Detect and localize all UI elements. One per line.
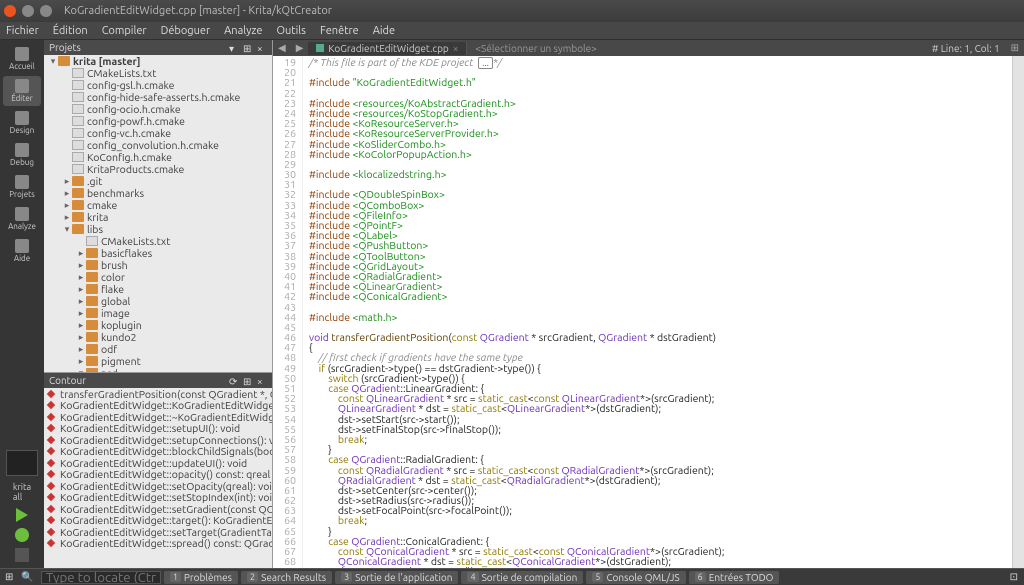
build-icon[interactable] — [15, 548, 29, 562]
outline-item[interactable]: KoGradientEditWidget::~KoGradientEditWid… — [44, 411, 272, 423]
progress-icon: ⊡ — [1004, 571, 1024, 583]
maximize-icon[interactable] — [40, 5, 52, 17]
status-entrées-todo[interactable]: 6Entrées TODO — [689, 571, 780, 584]
outline-header: Contour ⟳⊞× — [44, 373, 272, 388]
tree-item[interactable]: ▸cmake — [44, 199, 272, 211]
projects-header: Projets ▾⊞× — [44, 40, 272, 55]
nav-back-icon[interactable]: ◀ — [273, 42, 291, 54]
window-title: KoGradientEditWidget.cpp [master] - Krit… — [64, 5, 332, 17]
search-icon[interactable]: 🔍 — [18, 571, 36, 583]
scrollbar[interactable] — [1012, 56, 1024, 568]
tab-label: KoGradientEditWidget.cpp — [328, 43, 448, 54]
run-icon[interactable] — [16, 508, 28, 522]
file-tab[interactable]: KoGradientEditWidget.cpp × — [308, 42, 467, 55]
tree-item[interactable]: ▸benchmarks — [44, 187, 272, 199]
file-icon — [316, 44, 324, 52]
menu-outils[interactable]: Outils — [276, 25, 305, 37]
activity-accueil[interactable]: Accueil — [3, 44, 41, 74]
activity-bottom: kritaall — [6, 450, 38, 562]
outline-item[interactable]: transferGradientPosition(const QGradient… — [44, 388, 272, 400]
kit-label: kritaall — [13, 482, 31, 502]
source-text[interactable]: /* This file is part of the KDE project … — [303, 56, 1012, 568]
project-tree[interactable]: ▾krita [master]CMakeLists.txtconfig-gsl.… — [44, 55, 272, 373]
outline-item[interactable]: KoGradientEditWidget::setStopIndex(int):… — [44, 492, 272, 504]
status-problèmes[interactable]: 1Problèmes — [164, 571, 238, 584]
minimize-icon[interactable] — [22, 5, 34, 17]
locator-input[interactable] — [41, 571, 161, 584]
cursor-position[interactable]: # Line: 1, Col: 1 — [926, 43, 1006, 54]
menu-aide[interactable]: Aide — [373, 25, 395, 37]
outline-item[interactable]: KoGradientEditWidget::opacity() const: q… — [44, 469, 272, 481]
outline-item[interactable]: KoGradientEditWidget::spread() const: QG… — [44, 538, 272, 550]
menu-compiler[interactable]: Compiler — [102, 25, 147, 37]
split-editor-icon[interactable]: ⊞ — [1006, 42, 1024, 54]
menu-fichier[interactable]: Fichier — [6, 25, 39, 37]
status-console-qml/js[interactable]: 5Console QML/JS — [586, 571, 685, 584]
tree-item[interactable]: ▸.git — [44, 175, 272, 187]
line-gutter: 1920212223242526272829303132333435363738… — [273, 56, 303, 568]
outline-item[interactable]: KoGradientEditWidget::setTarget(Gradient… — [44, 526, 272, 538]
activity-analyze[interactable]: Analyze — [3, 204, 41, 234]
activity-éditer[interactable]: Éditer — [3, 76, 41, 106]
outline-item[interactable]: KoGradientEditWidget::setupConnections()… — [44, 434, 272, 446]
symbol-selector[interactable]: <Sélectionner un symbole> — [467, 43, 604, 54]
status-bar: ⊞ 🔍 1Problèmes2Search Results3Sortie de … — [0, 568, 1024, 585]
close-icon[interactable] — [4, 5, 16, 17]
activity-aide[interactable]: Aide — [3, 236, 41, 266]
tab-close-icon[interactable]: × — [453, 43, 459, 54]
titlebar: KoGradientEditWidget.cpp [master] - Krit… — [0, 0, 1024, 22]
outline-item[interactable]: KoGradientEditWidget::blockChildSignals(… — [44, 446, 272, 458]
activity-debug[interactable]: Debug — [3, 140, 41, 170]
outline-list[interactable]: transferGradientPosition(const QGradient… — [44, 388, 272, 568]
split-icon[interactable]: ⊞ — [243, 43, 253, 53]
outline-item[interactable]: KoGradientEditWidget::target(): KoGradie… — [44, 515, 272, 527]
close-outline-icon[interactable]: × — [257, 376, 267, 386]
tree-item[interactable]: KritaProducts.cmake — [44, 163, 272, 175]
outline-item[interactable]: KoGradientEditWidget::updateUI(): void — [44, 457, 272, 469]
debug-icon[interactable] — [15, 528, 29, 542]
menu-analyze[interactable]: Analyze — [224, 25, 262, 37]
code-editor[interactable]: 1920212223242526272829303132333435363738… — [273, 56, 1024, 568]
activity-projets[interactable]: Projets — [3, 172, 41, 202]
outline-item[interactable]: KoGradientEditWidget::setOpacity(qreal):… — [44, 480, 272, 492]
status-sortie-de-compilation[interactable]: 4Sortie de compilation — [461, 571, 583, 584]
outline-item[interactable]: KoGradientEditWidget::KoGradientEditWidg… — [44, 400, 272, 412]
editor-area: ◀ ▶ KoGradientEditWidget.cpp × <Sélectio… — [273, 40, 1024, 568]
activity-design[interactable]: Design — [3, 108, 41, 138]
editor-tabbar: ◀ ▶ KoGradientEditWidget.cpp × <Sélectio… — [273, 40, 1024, 56]
menubar: Fichier Édition Compiler Déboguer Analyze Out… — [0, 22, 1024, 40]
outline-item[interactable]: KoGradientEditWidget::setGradient(const … — [44, 503, 272, 515]
filter-icon[interactable]: ▾ — [229, 43, 239, 53]
kit-thumb[interactable] — [6, 450, 38, 476]
activity-bar: AccueilÉditerDesignDebugProjetsAnalyzeAi… — [0, 40, 44, 568]
locator-icon[interactable]: ⊞ — [0, 571, 18, 583]
menu-fenêtre[interactable]: Fenêtre — [320, 25, 359, 37]
outline-pane: Contour ⟳⊞× transferGradientPosition(con… — [44, 373, 272, 568]
tree-item[interactable]: ▸krita — [44, 211, 272, 223]
outline-item[interactable]: KoGradientEditWidget::setupUI(): void — [44, 423, 272, 435]
menu-déboguer[interactable]: Déboguer — [161, 25, 211, 37]
close-pane-icon[interactable]: × — [257, 43, 267, 53]
tree-item[interactable]: ▾krita [master] — [44, 55, 272, 67]
menu-édition[interactable]: Édition — [53, 25, 88, 37]
status-search-results[interactable]: 2Search Results — [241, 571, 332, 584]
sync-icon[interactable]: ⟳ — [229, 376, 239, 386]
status-sortie-de-l'application[interactable]: 3Sortie de l'application — [335, 571, 458, 584]
sort-icon[interactable]: ⊞ — [243, 376, 253, 386]
nav-fwd-icon[interactable]: ▶ — [291, 42, 309, 54]
